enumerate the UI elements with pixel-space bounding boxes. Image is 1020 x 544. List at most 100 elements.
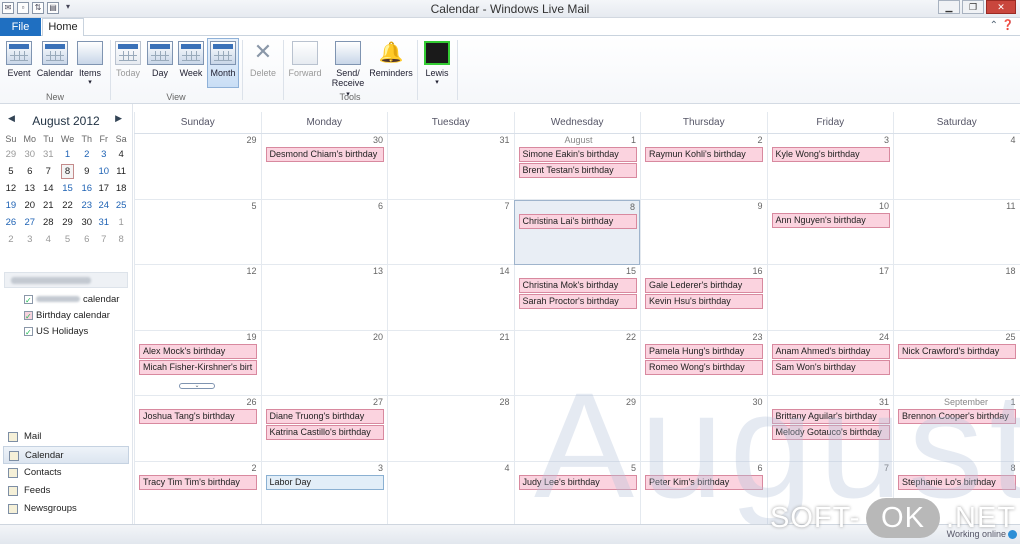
day-view-button[interactable]: Day <box>146 39 174 89</box>
day-cell[interactable]: 15 Christina Mok's birthday Sarah Proctor'… <box>513 265 640 331</box>
day-cell[interactable]: 24 Anam Ahmed's birthday Sam Won's birthda… <box>766 330 893 396</box>
mini-day[interactable]: 23 <box>78 197 95 214</box>
day-cell[interactable]: August 1 Simone Eakin's birthday Brent Test… <box>513 134 640 200</box>
birthday-event[interactable]: Anam Ahmed's birthday <box>771 343 890 359</box>
mini-day[interactable]: 4 <box>112 146 130 163</box>
day-cell[interactable]: 13 <box>260 265 387 331</box>
nav-item-mail[interactable]: Mail <box>0 428 132 446</box>
mini-day[interactable]: 30 <box>20 146 40 163</box>
forward-button[interactable]: Forward <box>287 39 323 89</box>
day-cell[interactable]: 2 Tracy Tim Tim's birthday <box>134 461 261 527</box>
birthday-event[interactable]: Sarah Proctor's birthday <box>518 294 637 309</box>
calendar-checkbox[interactable] <box>24 325 33 340</box>
birthday-event[interactable]: Diane Truong's birthday <box>265 409 384 424</box>
mini-day[interactable]: 14 <box>40 180 57 197</box>
day-cell[interactable]: 10 Ann Nguyen's birthday <box>766 199 893 265</box>
birthday-event[interactable]: Pamela Hung's birthday <box>645 343 763 359</box>
mini-day[interactable]: 29 <box>2 146 20 163</box>
reminders-button[interactable]: 🔔 Reminders <box>369 39 413 89</box>
mini-day[interactable]: 28 <box>40 214 57 231</box>
mini-day[interactable]: 5 <box>57 231 78 248</box>
day-cell[interactable]: 3 Labor Day <box>260 461 387 527</box>
mini-day[interactable]: 10 <box>95 163 112 180</box>
mini-day-today[interactable]: 8 <box>57 163 78 180</box>
day-cell[interactable]: 26 Joshua Tang's birthday <box>134 396 261 462</box>
birthday-event[interactable]: Judy Lee's birthday <box>518 474 637 490</box>
send-receive-button[interactable]: Send/ Receive ▾ <box>331 39 365 98</box>
birthday-event[interactable]: Katrina Castillo's birthday <box>265 425 384 440</box>
birthday-event[interactable]: Romeo Wong's birthday <box>645 359 763 375</box>
calendar-checkbox[interactable] <box>24 309 33 324</box>
mini-day[interactable]: 15 <box>57 180 78 197</box>
mini-day[interactable]: 19 <box>2 197 20 214</box>
mini-day[interactable]: 5 <box>2 163 20 180</box>
day-cell[interactable]: September 1 Brennon Cooper's birthday <box>893 396 1020 462</box>
mini-day[interactable]: 9 <box>78 163 95 180</box>
day-cell[interactable]: 11 <box>893 199 1020 265</box>
birthday-event[interactable]: Peter Kim's birthday <box>645 474 763 490</box>
nav-item-contacts[interactable]: Contacts <box>0 464 132 482</box>
mini-day[interactable]: 4 <box>40 231 57 248</box>
mini-day[interactable]: 1 <box>112 214 130 231</box>
mini-day[interactable]: 26 <box>2 214 20 231</box>
calendar-list-item[interactable]: Birthday calendar <box>0 308 132 324</box>
mini-day[interactable]: 24 <box>95 197 112 214</box>
mini-day[interactable]: 13 <box>20 180 40 197</box>
birthday-event[interactable]: Alex Mock's birthday <box>139 343 257 359</box>
day-cell[interactable]: 25 Nick Crawford's birthday <box>893 330 1020 396</box>
day-cell[interactable]: 18 <box>893 265 1020 331</box>
more-events-chevron-icon[interactable]: ⌄ <box>179 382 215 389</box>
day-cell[interactable]: 6 <box>260 199 387 265</box>
help-icon[interactable]: ❓ <box>1002 20 1014 31</box>
close-icon[interactable]: ✕ <box>986 0 1016 14</box>
day-cell[interactable]: 12 <box>134 265 261 331</box>
day-cell[interactable]: 5 Judy Lee's birthday <box>513 461 640 527</box>
account-header[interactable] <box>4 272 128 288</box>
mini-day[interactable]: 29 <box>57 214 78 231</box>
birthday-event[interactable]: Simone Eakin's birthday <box>518 147 637 162</box>
birthday-event[interactable]: Gale Lederer's birthday <box>645 278 763 293</box>
collapse-ribbon-icon[interactable]: ⌃ <box>990 20 998 31</box>
calendar-button[interactable]: Calendar <box>36 39 74 89</box>
mini-day[interactable]: 7 <box>40 163 57 180</box>
mini-day[interactable]: 2 <box>2 231 20 248</box>
day-cell-today[interactable]: 8 Christina Lai's birthday <box>513 199 640 265</box>
restore-icon[interactable]: ❐ <box>962 0 984 14</box>
mini-day[interactable]: 3 <box>95 146 112 163</box>
day-cell[interactable]: 4 <box>893 134 1020 200</box>
holiday-event[interactable]: Labor Day <box>265 474 384 490</box>
mini-day[interactable]: 20 <box>20 197 40 214</box>
mini-day[interactable]: 7 <box>95 231 112 248</box>
birthday-event[interactable]: Brent Testan's birthday <box>518 163 637 178</box>
nav-item-calendar[interactable]: Calendar <box>3 446 129 464</box>
birthday-event[interactable]: Raymun Kohli's birthday <box>645 147 763 162</box>
mini-day[interactable]: 8 <box>112 231 130 248</box>
birthday-event[interactable]: Desmond Chiam's birthday <box>265 147 384 162</box>
day-cell[interactable]: 17 <box>766 265 893 331</box>
tab-home[interactable]: Home <box>42 18 84 37</box>
mini-day[interactable]: 17 <box>95 180 112 197</box>
day-cell[interactable]: 31 <box>387 134 514 200</box>
birthday-event[interactable]: Sam Won's birthday <box>771 359 890 375</box>
nav-item-feeds[interactable]: Feeds <box>0 482 132 500</box>
mini-day[interactable]: 18 <box>112 180 130 197</box>
birthday-event[interactable]: Brennon Cooper's birthday <box>898 409 1016 424</box>
day-cell[interactable]: 6 Peter Kim's birthday <box>640 461 767 527</box>
day-cell[interactable]: 2 Raymun Kohli's birthday <box>640 134 767 200</box>
calendar-checkbox[interactable] <box>24 293 33 308</box>
mini-day[interactable]: 22 <box>57 197 78 214</box>
mini-day[interactable]: 25 <box>112 197 130 214</box>
birthday-event[interactable]: Melody Gotauco's birthday <box>771 425 890 440</box>
mini-day[interactable]: 31 <box>40 146 57 163</box>
day-cell[interactable]: 22 <box>513 330 640 396</box>
mini-day[interactable]: 21 <box>40 197 57 214</box>
birthday-event[interactable]: Brittany Aguilar's birthday <box>771 409 890 424</box>
day-cell[interactable]: 3 Kyle Wong's birthday <box>766 134 893 200</box>
day-cell[interactable]: 21 <box>387 330 514 396</box>
birthday-event[interactable]: Joshua Tang's birthday <box>139 409 257 424</box>
day-cell[interactable]: 7 <box>387 199 514 265</box>
birthday-event[interactable]: Christina Mok's birthday <box>518 278 637 293</box>
items-button[interactable]: Items ▾ <box>76 39 104 89</box>
mini-day[interactable]: 6 <box>20 163 40 180</box>
day-cell[interactable]: 9 <box>640 199 767 265</box>
